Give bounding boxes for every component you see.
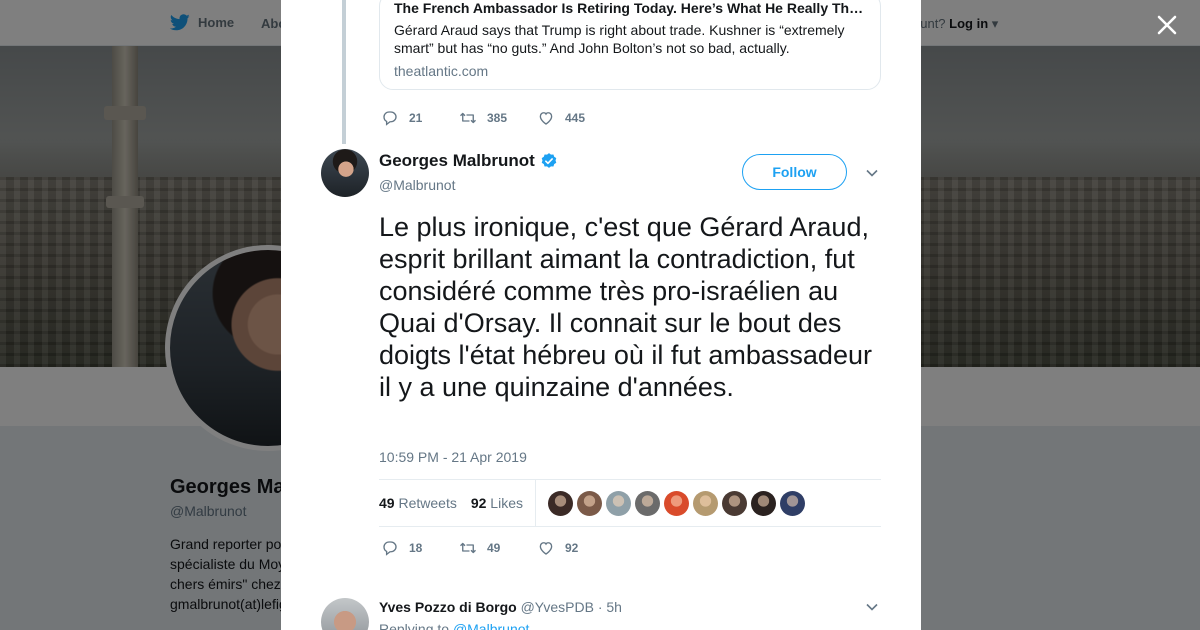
tweet-actions: 18 49 92 [381, 539, 615, 557]
retweets-stat[interactable]: 49 Retweets [379, 495, 457, 511]
thread-connector-line [342, 0, 346, 144]
heart-icon [539, 112, 553, 125]
like-button[interactable]: 92 [537, 539, 615, 557]
replying-to: Replying to @Malbrunot [379, 621, 529, 630]
liker-avatar[interactable] [721, 490, 747, 516]
parent-tweet-actions: 21 385 445 [381, 109, 615, 127]
author-avatar[interactable] [321, 149, 369, 197]
tweet-stats: 49 Retweets 92 Likes [379, 479, 881, 527]
card-description: Gérard Araud says that Trump is right ab… [394, 22, 845, 56]
liker-avatar[interactable] [634, 490, 660, 516]
heart-icon [539, 542, 553, 555]
liker-avatar[interactable] [663, 490, 689, 516]
tweet-timestamp[interactable]: 10:59 PM - 21 Apr 2019 [379, 449, 527, 465]
replying-to-prefix: Replying to [379, 621, 450, 630]
close-icon [1157, 15, 1177, 35]
retweet-count: 385 [487, 111, 508, 125]
quoted-link-card[interactable]: The French Ambassador Is Retiring Today.… [379, 0, 881, 90]
likes-stat[interactable]: 92 Likes [471, 495, 523, 511]
retweet-icon [460, 542, 476, 554]
reply-header: Yves Pozzo di Borgo @YvesPDB · 5h [379, 599, 622, 615]
author-handle[interactable]: @Malbrunot [379, 177, 455, 193]
reply-author-avatar[interactable] [321, 598, 369, 630]
author-name-link[interactable]: Georges Malbrunot [379, 151, 558, 171]
card-domain: theatlantic.com [394, 63, 489, 79]
tweet-permalink-modal: The French Ambassador Is Retiring Today.… [281, 0, 921, 630]
retweet-button[interactable]: 49 [459, 539, 537, 557]
reply-button[interactable]: 18 [381, 539, 459, 557]
reply-time[interactable]: · 5h [598, 599, 622, 615]
close-modal-button[interactable] [1154, 12, 1180, 38]
tweet-options-chevron-icon[interactable] [865, 166, 879, 180]
stats-divider [534, 480, 536, 526]
retweets-count: 49 [379, 495, 395, 511]
like-count: 445 [565, 111, 586, 125]
reply-options-chevron-icon[interactable] [865, 600, 879, 614]
reply-icon [383, 111, 397, 126]
liker-avatar[interactable] [605, 490, 631, 516]
reply-count: 21 [409, 111, 423, 125]
reply-author-name[interactable]: Yves Pozzo di Borgo [379, 599, 517, 615]
retweets-label: Retweets [398, 495, 457, 511]
reply-icon [383, 541, 397, 556]
likes-label: Likes [490, 495, 523, 511]
verified-badge-icon [541, 153, 557, 168]
like-button[interactable]: 445 [537, 109, 615, 127]
author-name: Georges Malbrunot [379, 151, 535, 170]
liker-avatar[interactable] [750, 490, 776, 516]
liker-avatar[interactable] [692, 490, 718, 516]
card-title: The French Ambassador Is Retiring Today.… [394, 0, 864, 16]
reply-button[interactable]: 21 [381, 109, 459, 127]
follow-button[interactable]: Follow [742, 154, 847, 190]
replying-to-handle[interactable]: @Malbrunot [453, 621, 529, 630]
likes-count: 92 [470, 495, 487, 511]
retweet-button[interactable]: 385 [459, 109, 537, 127]
liker-avatar[interactable] [547, 490, 573, 516]
tweet-text: Le plus ironique, c'est que Gérard Araud… [379, 212, 872, 402]
reply-count: 18 [409, 541, 423, 555]
reply-author-handle[interactable]: @YvesPDB [521, 599, 594, 615]
liker-avatar[interactable] [576, 490, 602, 516]
retweet-count: 49 [487, 541, 501, 555]
like-count: 92 [565, 541, 579, 555]
liker-avatar[interactable] [779, 490, 805, 516]
retweet-icon [460, 112, 476, 124]
likers-avatars [547, 490, 805, 516]
